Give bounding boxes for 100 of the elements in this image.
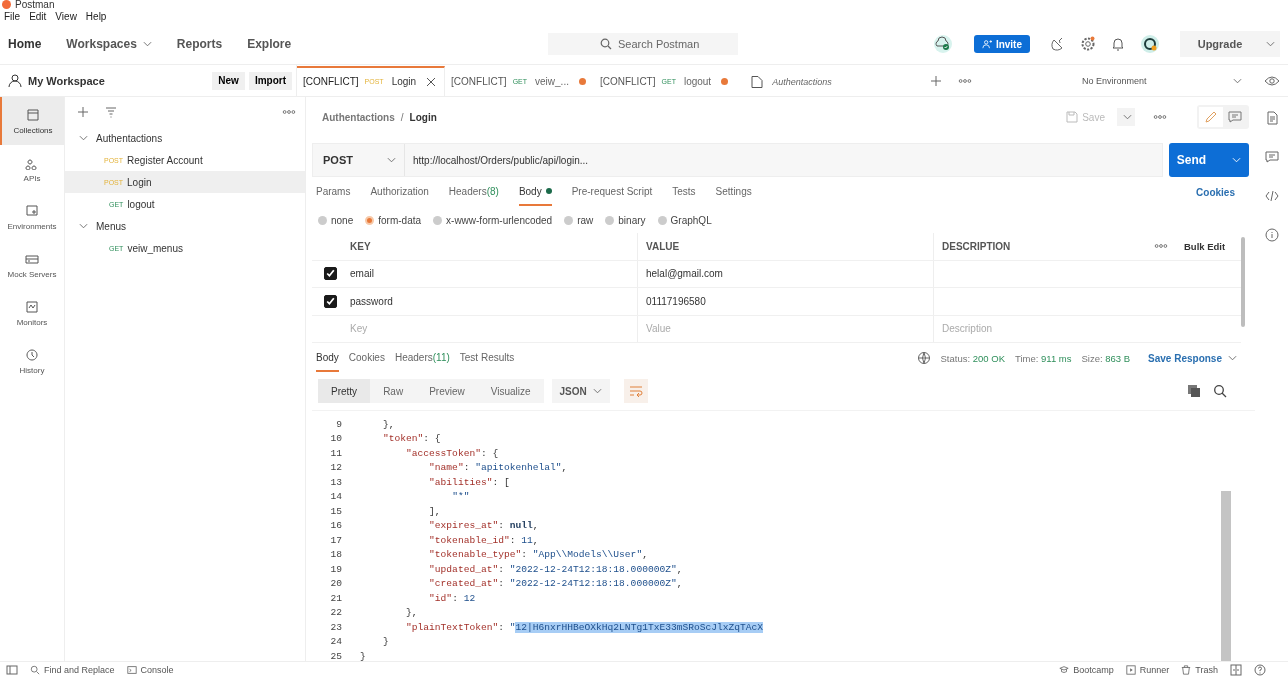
settings-icon[interactable] [1080,36,1096,52]
request-section-tab[interactable]: Settings [715,178,752,206]
more-icon[interactable] [957,77,972,84]
copy-icon[interactable] [1187,384,1201,398]
bell-icon[interactable] [1110,36,1126,52]
code-icon[interactable] [1264,189,1279,203]
code-line: ], [428,505,441,517]
cloud-sync-icon[interactable] [931,35,954,53]
column-header: DESCRIPTION [941,239,1012,254]
invite-button[interactable]: Invite [973,35,1030,53]
sidebar-tab[interactable]: History [0,337,64,385]
trash-button[interactable]: Trash [1181,665,1218,675]
menu-item[interactable]: File [4,11,21,22]
more-icon[interactable] [1154,243,1168,250]
column-header: VALUE [638,233,934,260]
value-field[interactable]: Value [638,315,934,342]
nav-link[interactable]: Workspaces [66,37,152,51]
caret-icon [1233,77,1242,84]
avatar-icon[interactable] [1140,34,1160,54]
request-section-tab[interactable]: Body [518,178,552,206]
view-mode-tab[interactable]: Pretty [318,379,371,403]
request-section-tab[interactable]: Pre-request Script [571,178,653,206]
nav-link[interactable]: Home [8,37,42,51]
add-tab-icon[interactable] [929,74,942,87]
more-icon[interactable] [282,109,296,115]
send-button[interactable]: Send [1169,143,1249,177]
body-type-radio[interactable]: binary [605,214,646,226]
checkbox[interactable] [323,294,337,308]
search-icon[interactable] [1213,384,1227,398]
request-tab[interactable]: Authentactions [736,65,840,96]
chevron-icon[interactable] [79,135,88,141]
line-number: 11 [329,447,343,459]
find-replace-button[interactable]: Find and Replace [30,665,115,675]
edit-mode-button[interactable] [1199,107,1223,127]
info-icon[interactable] [1264,228,1279,242]
more-icon[interactable] [1153,114,1167,120]
sidebar-tab[interactable]: Collections [0,97,64,145]
folder-item[interactable]: Authentactions [65,127,305,149]
user-icon [8,73,22,88]
code-line: "updated_at": "2022-12-24T12:18:18.000000Z", [428,563,683,575]
view-mode-tab[interactable]: Raw [370,379,417,403]
save-response-button[interactable]: Save Response [1148,352,1237,364]
body-type-radio[interactable]: x-www-form-urlencoded [433,214,553,226]
breadcrumb-item[interactable]: Authentactions [322,111,395,123]
search-field[interactable]: Search Postman [548,33,738,55]
environment-select[interactable]: No Environment [1082,75,1242,86]
menu-item[interactable]: Edit [29,11,47,22]
folder-item[interactable]: Menus [65,215,305,237]
view-mode-tab[interactable]: Preview [416,379,478,403]
runner-button[interactable]: Runner [1125,665,1170,675]
response-tab[interactable]: Body [316,344,339,372]
body-type-radio[interactable]: form-data [365,214,422,226]
description-field[interactable]: Description [934,315,1144,342]
request-section-tab[interactable]: Authorization [370,178,429,206]
sidebar-tab[interactable]: Monitors [0,289,64,337]
chevron-icon[interactable] [79,223,88,229]
play-icon [1125,665,1136,675]
folder-icon [750,74,765,89]
layout-icon[interactable] [1230,664,1242,676]
caret-icon [1228,355,1237,361]
checkbox[interactable] [323,267,337,281]
nav-link[interactable]: Explore [247,37,292,51]
add-icon[interactable] [77,106,89,118]
response-tab[interactable]: Test Results [459,344,515,372]
document-icon[interactable] [1264,111,1279,125]
nav-link[interactable]: Reports [176,37,223,51]
workspace-button[interactable]: New [212,71,245,90]
line-number: 23 [329,621,343,633]
request-section-tab[interactable]: Tests [672,178,696,206]
sidebar-toggle-icon[interactable] [6,664,18,676]
view-mode-tab[interactable]: Visualize [477,379,544,403]
body-type-radio[interactable]: raw [564,214,594,226]
caret-icon [1232,157,1242,163]
cookies-link[interactable]: Cookies [1196,186,1235,198]
sidebar-tab[interactable]: Mock Servers [0,241,64,289]
request-section-tab[interactable]: Params [316,178,351,206]
close-icon[interactable] [426,76,437,87]
comment-icon[interactable] [1264,150,1279,164]
key-field[interactable]: Key [348,315,638,342]
menu-item[interactable]: View [55,11,77,22]
breadcrumb-item[interactable]: Login [409,111,437,123]
format-select[interactable]: JSON [551,379,610,403]
bulk-edit-link[interactable]: Bulk Edit [1184,240,1226,252]
workspace-button[interactable]: Import [248,71,292,90]
request-section-tab[interactable]: Headers(8) [448,178,499,206]
response-tab[interactable]: Cookies [348,344,385,372]
code-line: "created_at": "2022-12-24T12:18:18.000000Z", [428,578,683,590]
console-button[interactable]: Console [126,665,174,675]
scrollbar[interactable] [1241,237,1245,327]
menu-item[interactable]: Help [85,11,107,22]
bootcamp-button[interactable]: Bootcamp [1059,665,1114,675]
upgrade-button[interactable]: Upgrade [1180,31,1260,57]
sidebar-tab[interactable]: Environments [0,193,64,241]
body-type-radio[interactable]: none [318,214,354,226]
help-icon[interactable] [1254,664,1266,676]
filter-icon[interactable] [105,106,117,118]
sidebar-tab[interactable]: APIs [0,145,64,193]
body-type-radio[interactable]: GraphQL [657,214,712,226]
response-tab[interactable]: Headers(11) [394,344,450,372]
caret-icon [592,388,602,394]
